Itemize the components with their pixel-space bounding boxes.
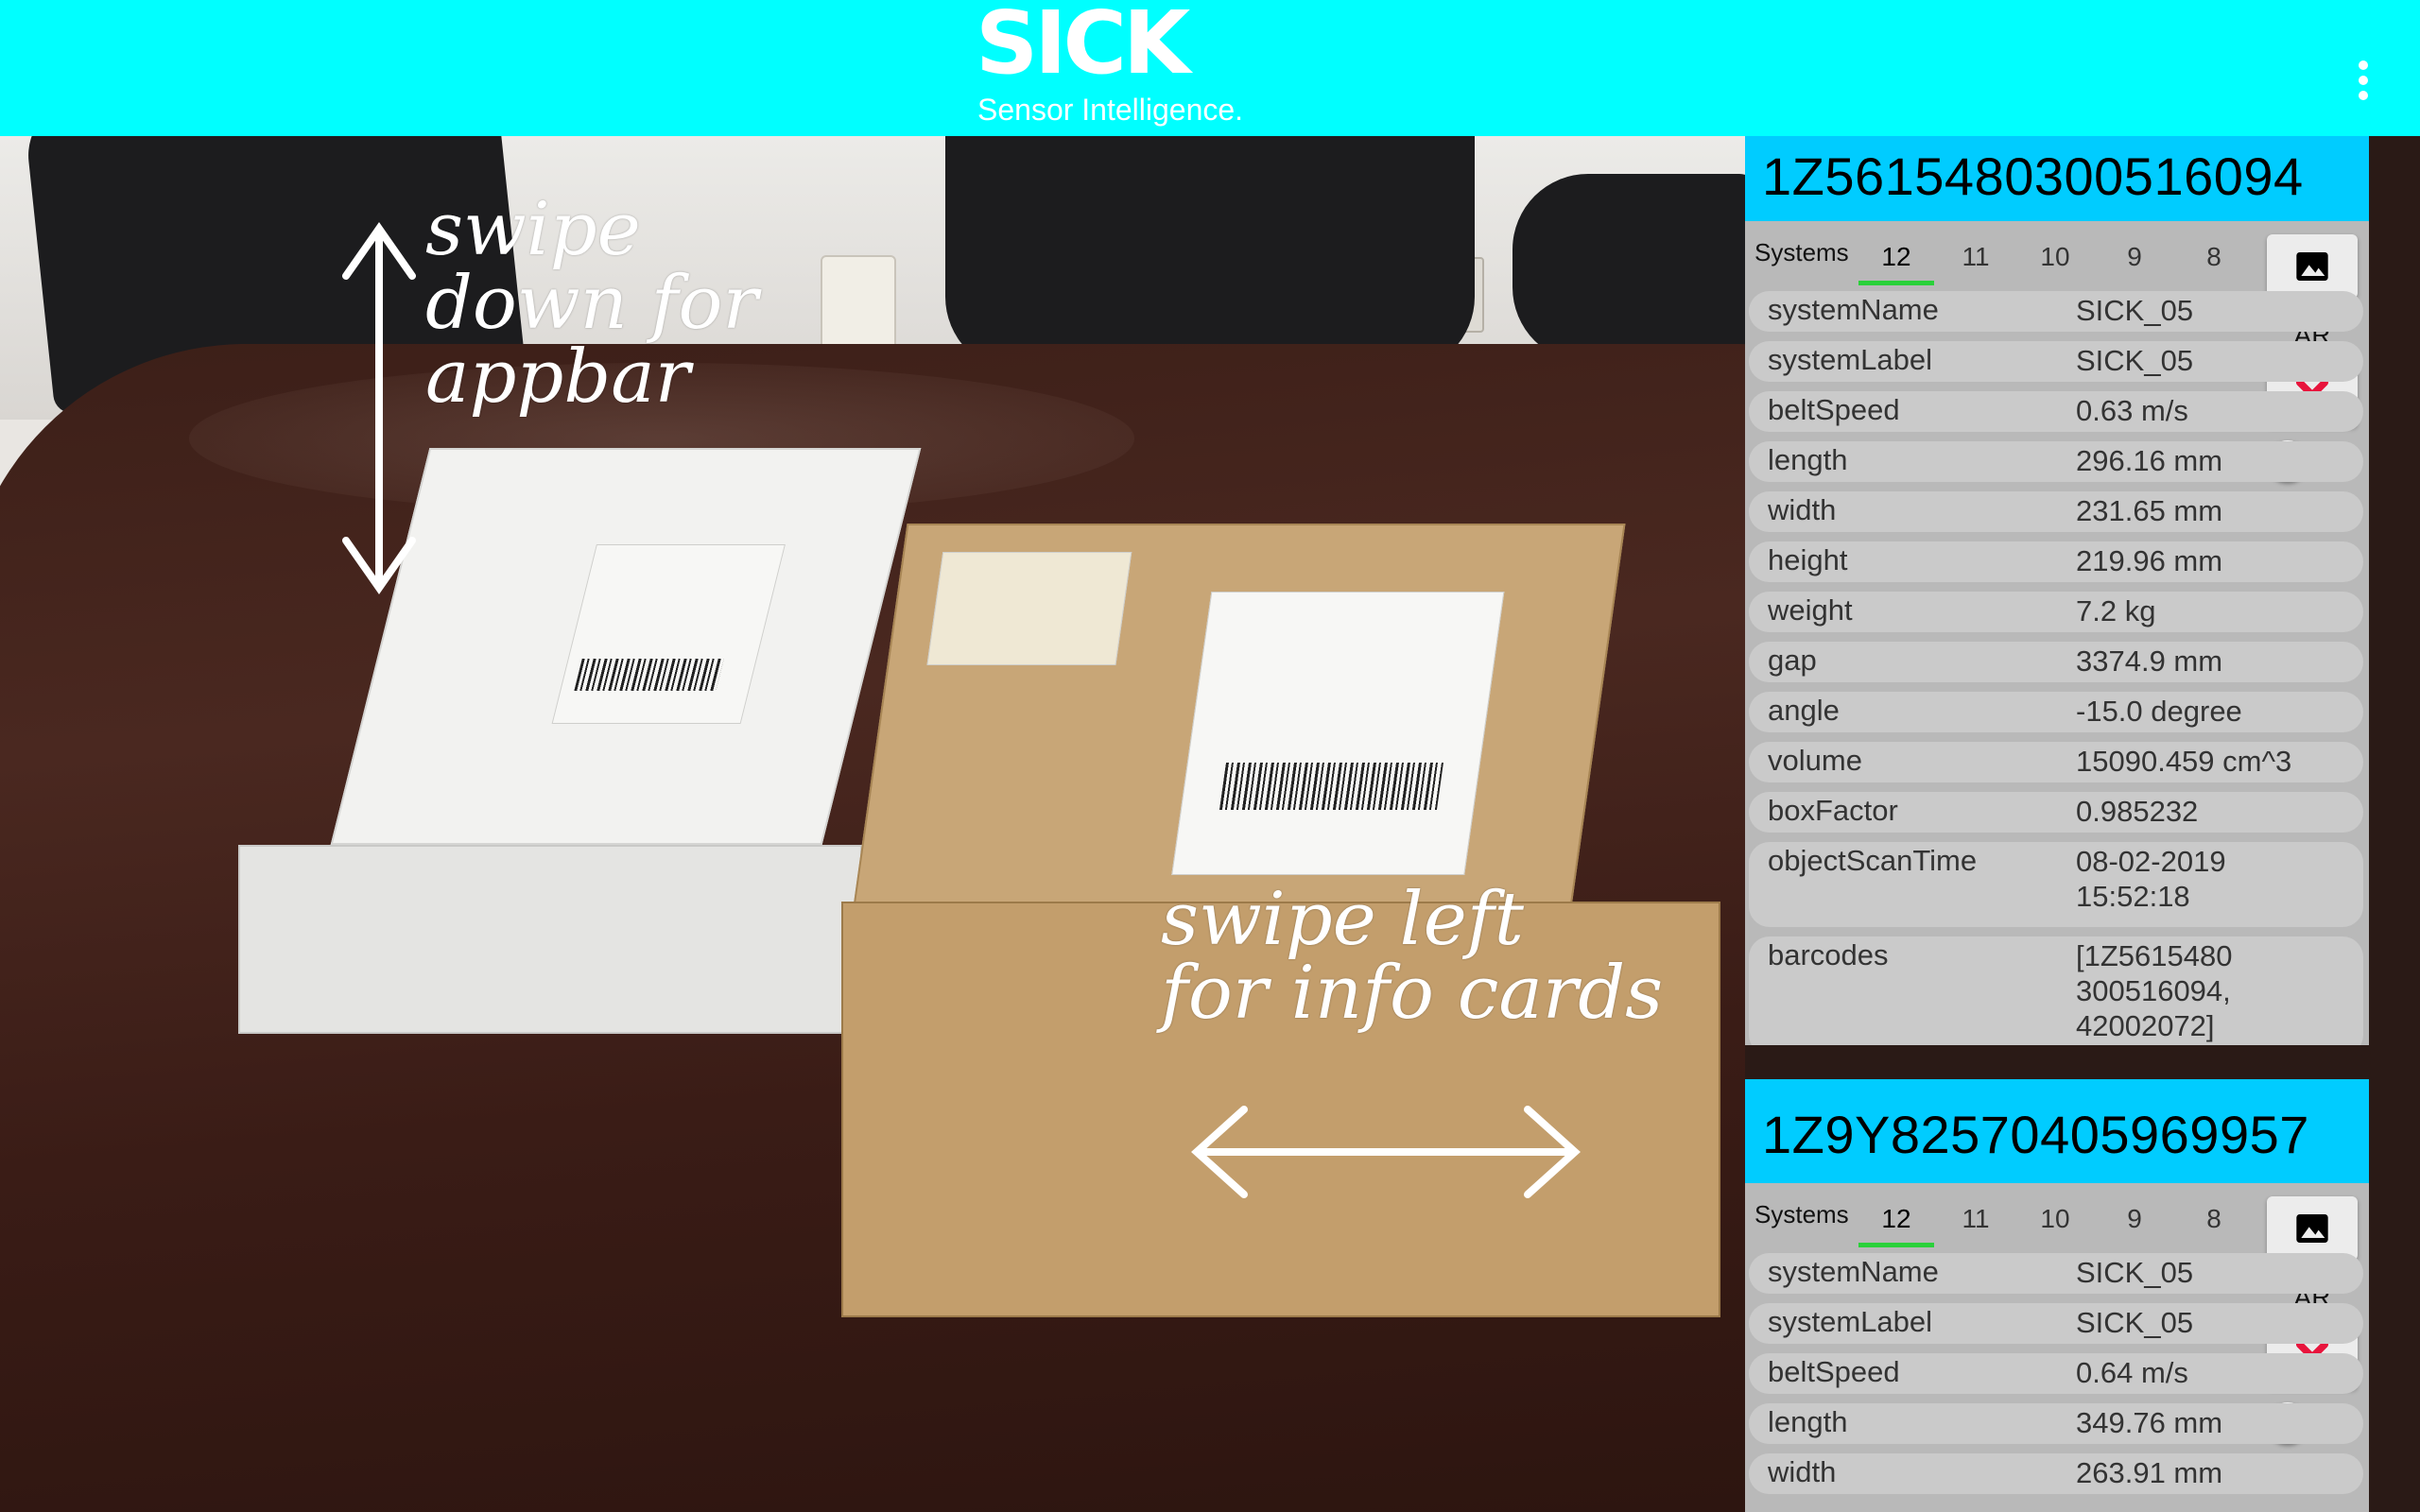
card-tracking-id: 1Z9Y82570405969957 [1762,1105,2309,1164]
field-row: height 219.96 mm [1749,541,2363,582]
field-list: systemName SICK_05 systemLabel SICK_05 bel… [1749,1253,2363,1503]
field-row: barcodes [1Z5615480 300516094, 42002072] [1749,936,2363,1045]
field-row: width 231.65 mm [1749,491,2363,532]
field-row: length 349.76 mm [1749,1403,2363,1444]
field-row: systemName SICK_05 [1749,291,2363,332]
logo-tagline: Sensor Intelligence. [977,93,1244,127]
office-chair [1512,174,1745,363]
card-header: 1Z5615480300516094 [1745,136,2369,221]
horizontal-arrow-icon [1191,1106,1581,1198]
tab-system-9[interactable]: 9 [2097,1204,2172,1247]
sick-logo: SICK Sensor Intelligence. [976,0,1297,132]
image-icon [2296,1214,2328,1243]
field-row: beltSpeed 0.64 m/s [1749,1353,2363,1394]
tab-system-12[interactable]: 12 [1858,1204,1934,1247]
swipe-down-hint: swipe down for appbar [425,187,758,420]
vertical-arrow-icon [342,222,416,594]
field-row: volume 15090.459 cm^3 [1749,742,2363,782]
card-header: 1Z9Y82570405969957 [1745,1079,2369,1183]
info-card[interactable]: 1Z5615480300516094 Systems 12 11 10 9 8 … [1745,136,2369,1045]
image-button[interactable] [2267,1196,2358,1261]
tab-system-9[interactable]: 9 [2097,242,2172,285]
tab-system-8[interactable]: 8 [2176,1204,2252,1247]
app-bar: SICK Sensor Intelligence. [0,0,2420,136]
field-row: weight 7.2 kg [1749,592,2363,632]
tab-system-11[interactable]: 11 [1938,1204,2014,1247]
field-row: systemLabel SICK_05 [1749,1303,2363,1344]
tab-system-12[interactable]: 12 [1858,242,1934,285]
camera-view[interactable]: swipe down for appbar swipe left for inf… [0,136,1745,1512]
field-row: angle -15.0 degree [1749,692,2363,732]
office-chair [945,136,1475,372]
field-row: systemName SICK_05 [1749,1253,2363,1294]
tab-system-11[interactable]: 11 [1938,242,2014,285]
image-button[interactable] [2267,234,2358,299]
tab-system-10[interactable]: 10 [2017,242,2093,285]
tab-system-8[interactable]: 8 [2176,242,2252,285]
systems-label: Systems [1754,238,1849,266]
field-row: beltSpeed 0.63 m/s [1749,391,2363,432]
field-row: boxFactor 0.985232 [1749,792,2363,833]
field-row: length 296.16 mm [1749,441,2363,482]
field-list: systemName SICK_05 systemLabel SICK_05 bel… [1749,291,2363,1045]
image-icon [2296,252,2328,281]
more-vert-icon[interactable] [2346,45,2380,100]
swipe-left-hint: swipe left for info cards [1161,877,1664,1036]
field-row: gap 3374.9 mm [1749,642,2363,682]
tab-system-10[interactable]: 10 [2017,1204,2093,1247]
systems-tabs: Systems 12 11 10 9 8 [1745,227,2265,287]
card-tracking-id: 1Z5615480300516094 [1762,146,2304,206]
field-row: width 263.91 mm [1749,1453,2363,1494]
logo-wordmark: SICK [976,0,1190,94]
field-row: systemLabel SICK_05 [1749,341,2363,382]
field-row: objectScanTime 08-02-2019 15:52:18 [1749,842,2363,927]
info-card[interactable]: 1Z9Y82570405969957 Systems 12 11 10 9 8 … [1745,1079,2369,1512]
systems-tabs: Systems 12 11 10 9 8 [1745,1189,2265,1249]
systems-label: Systems [1754,1200,1849,1228]
